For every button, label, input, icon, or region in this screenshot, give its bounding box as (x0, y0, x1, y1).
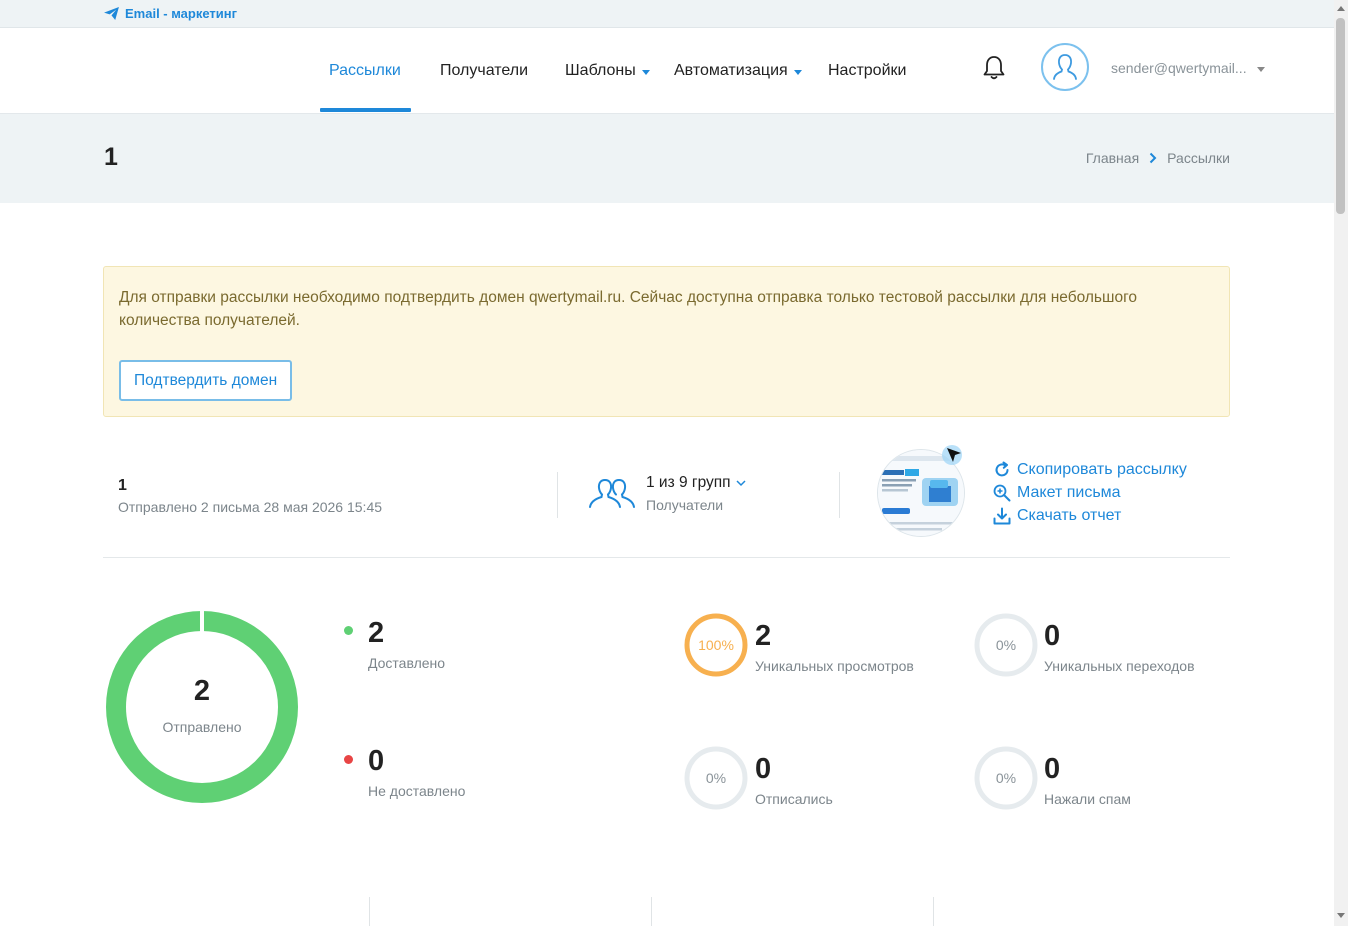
campaign-name: 1 (118, 477, 127, 494)
chevron-right-icon (1149, 152, 1157, 164)
confirm-domain-button[interactable]: Подтвердить домен (119, 360, 293, 401)
nav-recipients[interactable]: Получатели (440, 28, 528, 114)
email-layout-label: Макет письма (1017, 483, 1121, 501)
scroll-up-arrow-icon[interactable] (1336, 4, 1346, 12)
page-title: 1 (104, 143, 118, 171)
nav-settings-label: Настройки (828, 62, 907, 79)
delivered-count: 2 (368, 617, 385, 649)
sent-count: 2 (193, 675, 211, 707)
nav-recipients-label: Получатели (440, 62, 529, 79)
campaign-sent-info: Отправлено 2 письма 28 мая 2026 15:45 (118, 499, 383, 515)
unsubscribed-label: Отписались (755, 791, 833, 807)
nav-automation-label: Автоматизация (674, 62, 788, 79)
breadcrumb: Главная Рассылки (1086, 150, 1230, 166)
alert-text: Для отправки рассылки необходимо подтвер… (119, 289, 1137, 329)
chevron-down-icon (793, 69, 802, 75)
unique-clicks-ring: 0% (974, 613, 1038, 682)
paper-plane-icon (104, 7, 119, 20)
brand-label: Email - маркетинг (125, 6, 238, 21)
nav-templates-label: Шаблоны (565, 62, 636, 79)
chevron-down-icon (641, 69, 650, 75)
nav-templates[interactable]: Шаблоны (565, 28, 650, 114)
divider (557, 472, 558, 518)
download-report-link[interactable]: Скачать отчет (993, 504, 1187, 527)
chevron-down-icon (736, 479, 746, 486)
bell-icon[interactable] (982, 55, 1006, 81)
refresh-icon (995, 461, 1009, 476)
top-strip: Email - маркетинг (0, 0, 1334, 28)
not-delivered-label: Не доставлено (368, 783, 466, 799)
spam-count: 0 (1044, 753, 1061, 785)
download-icon (993, 507, 1011, 524)
user-menu[interactable]: sender@qwertymail... (1111, 60, 1265, 76)
unique-clicks-stat: 0 Уникальных переходов (1044, 620, 1195, 674)
avatar[interactable] (1041, 43, 1089, 91)
unique-views-label: Уникальных просмотров (755, 658, 914, 674)
unique-views-ring: 100% (684, 613, 748, 682)
cursor-icon (942, 445, 962, 465)
unique-clicks-count: 0 (1044, 620, 1061, 652)
delivered-stat: 2 Доставлено (368, 617, 445, 671)
groups-label: Получатели (646, 497, 724, 513)
nav-campaigns-label: Рассылки (329, 62, 401, 79)
delivered-dot (344, 626, 353, 635)
unique-views-stat: 2 Уникальных просмотров (755, 620, 914, 674)
sent-donut-chart: 2 Отправлено (104, 609, 300, 810)
unique-views-count: 2 (755, 620, 772, 652)
divider (839, 472, 840, 518)
email-layout-link[interactable]: Макет письма (993, 481, 1187, 504)
unsubscribed-count: 0 (755, 753, 772, 785)
download-report-label: Скачать отчет (1017, 506, 1122, 524)
breadcrumb-current: Рассылки (1167, 150, 1230, 166)
scrollbar-thumb[interactable] (1336, 18, 1345, 214)
delivered-label: Доставлено (368, 655, 446, 671)
spam-percent: 0% (995, 770, 1017, 786)
nav-campaigns[interactable]: Рассылки (329, 28, 401, 114)
campaign-info: 1 Отправлено 2 письма 28 мая 2026 15:45 … (103, 440, 1230, 558)
spam-stat: 0 Нажали спам (1044, 753, 1131, 807)
unique-views-percent: 100% (698, 637, 734, 653)
divider (933, 897, 934, 926)
spam-label: Нажали спам (1044, 791, 1131, 807)
spam-ring: 0% (974, 746, 1038, 815)
scroll-down-arrow-icon[interactable] (1336, 912, 1346, 920)
domain-alert: Для отправки рассылки необходимо подтвер… (103, 266, 1230, 417)
unsubscribed-percent: 0% (705, 770, 727, 786)
nav-active-underline (320, 108, 411, 112)
groups-selector[interactable]: 1 из 9 групп (646, 474, 746, 492)
not-delivered-dot (344, 755, 353, 764)
brand[interactable]: Email - маркетинг (104, 6, 237, 21)
groups-count: 1 из 9 групп (646, 474, 731, 491)
group-icon (589, 479, 635, 508)
user-email: sender@qwertymail... (1111, 60, 1247, 76)
nav-settings[interactable]: Настройки (828, 28, 906, 114)
unique-clicks-label: Уникальных переходов (1044, 658, 1195, 674)
not-delivered-stat: 0 Не доставлено (368, 745, 465, 799)
zoom-in-icon (993, 484, 1011, 501)
sent-label: Отправлено (162, 719, 242, 735)
copy-campaign-label: Скопировать рассылку (1017, 460, 1187, 478)
unsubscribed-ring: 0% (684, 746, 748, 815)
breadcrumb-home[interactable]: Главная (1086, 150, 1139, 166)
divider (369, 897, 370, 926)
campaign-actions: Скопировать рассылку Макет письма Скачат… (993, 458, 1187, 527)
chevron-down-icon (1256, 66, 1265, 72)
user-icon (1053, 54, 1077, 80)
divider (651, 897, 652, 926)
not-delivered-count: 0 (368, 745, 385, 777)
nav-automation[interactable]: Автоматизация (674, 28, 802, 114)
unsubscribed-stat: 0 Отписались (755, 753, 833, 807)
copy-campaign-link[interactable]: Скопировать рассылку (993, 458, 1187, 481)
unique-clicks-percent: 0% (995, 637, 1017, 653)
